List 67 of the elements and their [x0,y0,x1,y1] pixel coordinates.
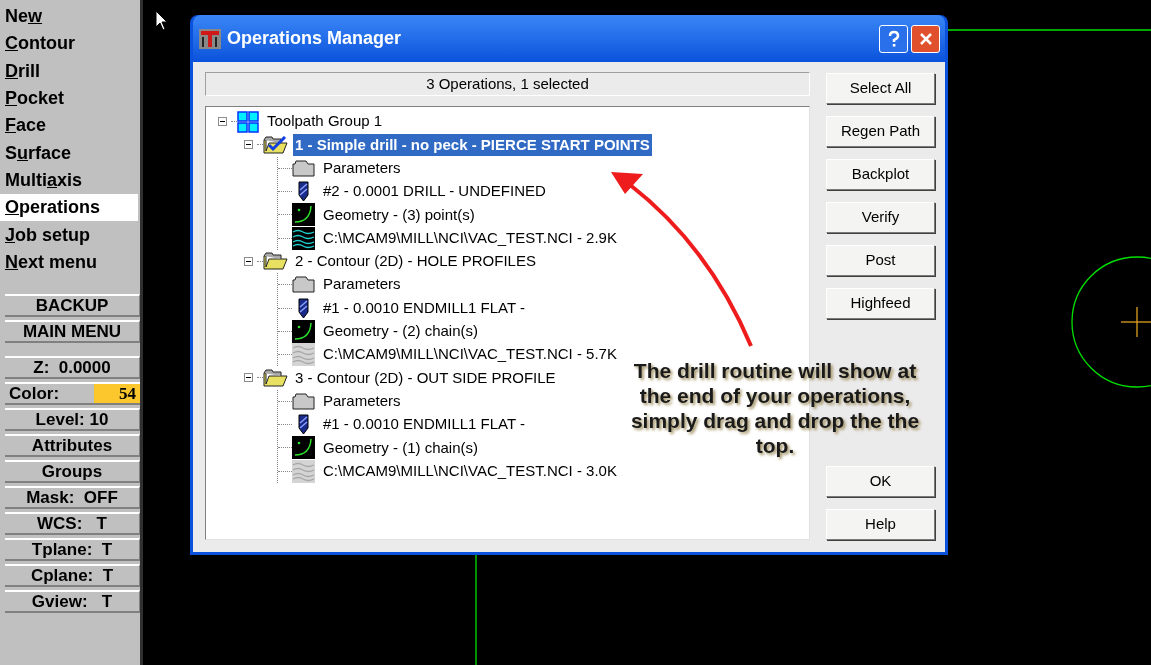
menu-button[interactable]: BACKUP [5,293,140,317]
dialog-button[interactable]: Regen Path [826,116,935,147]
grid-icon [237,110,259,133]
menu-button[interactable]: Mask: OFF [5,485,140,509]
folder-icon [292,392,315,410]
menu-button[interactable]: Z: 0.0000 [5,355,140,379]
status-field: 3 Operations, 1 selected [205,72,810,96]
tree-item[interactable]: Geometry - (3) point(s) [323,203,475,227]
menu-button[interactable]: Level: 10 [5,407,140,431]
dialog-button[interactable]: Verify [826,202,935,233]
tree-item[interactable]: Parameters [323,389,401,413]
tree-item[interactable]: C:\MCAM9\MILL\NCI\VAC_TEST.NCI - 3.0K [323,459,617,483]
menu-button[interactable]: Cplane: T [5,563,140,587]
tree-item[interactable]: 2 - Contour (2D) - HOLE PROFILES [293,250,538,273]
dialog-button[interactable]: OK [826,466,935,497]
dialog-button[interactable]: Highfeed [826,288,935,319]
folder-icon [292,276,315,294]
collapse-toggle[interactable] [243,140,253,150]
tree-item[interactable]: Parameters [323,273,401,296]
menu-item[interactable]: Drill [0,57,138,85]
menu-button[interactable]: MAIN MENU [5,319,140,343]
folder-icon [292,159,315,177]
tree-item[interactable]: Geometry - (2) chain(s) [323,320,479,343]
app-logo-icon [198,26,222,51]
tree-item[interactable]: 1 - Simple drill - no peck - PIERCE START POINTS [293,133,652,157]
annotation-text: The drill routine will show at the end of your operations, simply drag and drop the the top. [629,358,921,458]
tree-item[interactable]: #1 - 0.0010 ENDMILL1 FLAT - [323,413,526,436]
menu-button[interactable]: Tplane: T [5,537,140,561]
dialog-button[interactable]: Select All [826,73,935,104]
menu-button[interactable]: Attributes [5,433,140,457]
color-swatch: 54 [94,383,140,403]
geometry-icon [292,203,315,227]
menu-item[interactable]: Surface [0,139,138,167]
dialog-button[interactable]: Backplot [826,159,935,190]
menu-button[interactable]: Gview: T [5,589,140,613]
close-icon [918,31,933,46]
menu-button[interactable]: Groups [5,459,140,483]
tree-item[interactable]: C:\MCAM9\MILL\NCI\VAC_TEST.NCI - 2.9K [323,226,617,250]
dialog-button[interactable]: Post [826,245,935,276]
cursor-icon [155,10,169,32]
tree-item[interactable]: Geometry - (1) chain(s) [323,436,479,460]
geometry-icon [292,319,315,343]
collapse-toggle[interactable] [217,117,227,127]
tree-item[interactable]: #1 - 0.0010 ENDMILL1 FLAT - [323,296,526,320]
menu-item[interactable]: Pocket [0,84,138,113]
menu-item[interactable]: Job setup [0,221,138,249]
menu-item[interactable]: Next menu [0,248,138,276]
collapse-toggle[interactable] [243,256,253,266]
menu-item[interactable]: Contour [0,30,138,58]
tree-item[interactable]: Toolpath Group 1 [267,110,383,133]
tree-item[interactable]: C:\MCAM9\MILL\NCI\VAC_TEST.NCI - 5.7K [323,343,617,366]
tree-item[interactable]: Parameters [323,157,401,180]
tree-item[interactable]: #2 - 0.0001 DRILL - UNDEFINED [323,180,546,203]
tree-item[interactable]: 3 - Contour (2D) - OUT SIDE PROFILE [293,366,558,390]
color-button[interactable]: Color: 54 [5,381,140,405]
question-mark-icon [886,29,901,48]
menu-item[interactable]: New [0,3,138,31]
menu-item[interactable]: Operations [0,194,138,222]
close-button[interactable] [911,24,940,53]
menu-item[interactable]: Face [0,112,138,140]
menu-item[interactable]: Multiaxis [0,166,138,195]
dialog-button[interactable]: Help [826,509,935,540]
collapse-toggle[interactable] [243,373,253,383]
geometry-icon [292,436,315,460]
window-title: Operations Manager [227,27,402,50]
help-button[interactable] [879,24,908,53]
menu-button[interactable]: WCS: T [5,511,140,535]
